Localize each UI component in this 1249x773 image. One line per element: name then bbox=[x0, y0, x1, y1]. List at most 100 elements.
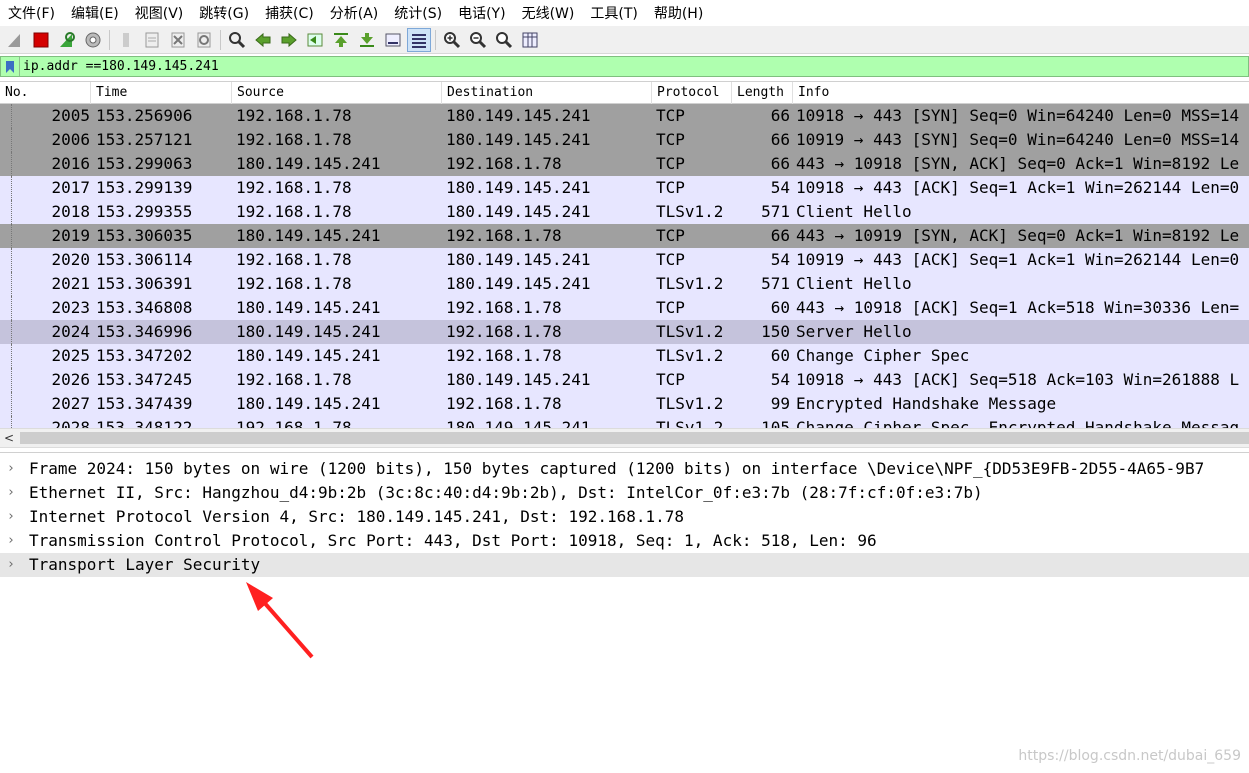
menu-item-5[interactable]: 分析(A) bbox=[322, 3, 387, 23]
colorize-icon[interactable] bbox=[407, 27, 431, 52]
expand-chevron-icon[interactable]: › bbox=[7, 505, 21, 529]
main-toolbar bbox=[0, 26, 1249, 54]
packet-cell-time: 153.346996 bbox=[96, 322, 193, 341]
stop-capture-icon[interactable] bbox=[30, 29, 52, 51]
normal-size-icon[interactable] bbox=[493, 29, 515, 51]
packet-cell-dst: 180.149.145.241 bbox=[446, 250, 591, 269]
packet-cell-info: 443 → 10918 [ACK] Seq=1 Ack=518 Win=3033… bbox=[796, 298, 1240, 317]
packet-cell-src: 192.168.1.78 bbox=[236, 370, 352, 389]
last-packet-icon[interactable] bbox=[356, 29, 378, 51]
shark-fin-start-icon[interactable] bbox=[4, 29, 26, 51]
expand-chevron-icon[interactable]: › bbox=[7, 457, 21, 481]
scrollbar-thumb[interactable] bbox=[20, 432, 1249, 444]
packet-list-header: No. Time Source Destination Protocol Len… bbox=[0, 81, 1249, 104]
packet-cell-len: 99 bbox=[770, 394, 790, 413]
packet-cell-src: 180.149.145.241 bbox=[236, 298, 381, 317]
detail-tree-item[interactable]: › Frame 2024: 150 bytes on wire (1200 bit… bbox=[0, 457, 1249, 481]
go-to-packet-icon[interactable] bbox=[304, 29, 326, 51]
expand-chevron-icon[interactable]: › bbox=[7, 553, 21, 577]
auto-scroll-icon[interactable] bbox=[382, 29, 404, 51]
packet-cell-no: 2016 bbox=[51, 154, 90, 173]
packet-cell-info: 443 → 10919 [SYN, ACK] Seq=0 Ack=1 Win=8… bbox=[796, 226, 1240, 245]
packet-cell-proto: TCP bbox=[656, 178, 685, 197]
packet-cell-info: 10918 → 443 [ACK] Seq=1 Ack=1 Win=262144… bbox=[796, 178, 1240, 197]
detail-tree-label: Transmission Control Protocol, Src Port:… bbox=[29, 531, 877, 550]
reload-file-icon[interactable] bbox=[193, 29, 215, 51]
packet-row[interactable]: 2028 153.348122 192.168.1.78 180.149.145.24… bbox=[0, 416, 1249, 428]
go-forward-icon[interactable] bbox=[278, 29, 300, 51]
column-header-protocol[interactable]: Protocol bbox=[652, 82, 732, 104]
packet-row[interactable]: 2018 153.299355 192.168.1.78 180.149.145.24… bbox=[0, 200, 1249, 224]
detail-tree-item[interactable]: › Transmission Control Protocol, Src Port… bbox=[0, 529, 1249, 553]
resize-columns-icon[interactable] bbox=[519, 29, 541, 51]
packet-cell-info: 443 → 10918 [SYN, ACK] Seq=0 Ack=1 Win=8… bbox=[796, 154, 1240, 173]
menu-item-10[interactable]: 帮助(H) bbox=[646, 3, 711, 23]
packet-row[interactable]: 2017 153.299139 192.168.1.78 180.149.145.24… bbox=[0, 176, 1249, 200]
packet-row[interactable]: 2024 153.346996 180.149.145.241 192.168.1.7… bbox=[0, 320, 1249, 344]
menu-item-1[interactable]: 编辑(E) bbox=[63, 3, 127, 23]
menu-item-0[interactable]: 文件(F) bbox=[0, 3, 63, 23]
packet-cell-src: 180.149.145.241 bbox=[236, 322, 381, 341]
column-header-no[interactable]: No. bbox=[0, 82, 91, 104]
packet-cell-src: 192.168.1.78 bbox=[236, 202, 352, 221]
zoom-in-icon[interactable] bbox=[441, 29, 463, 51]
column-header-length[interactable]: Length bbox=[732, 82, 793, 104]
packet-cell-dst: 180.149.145.241 bbox=[446, 274, 591, 293]
packet-row[interactable]: 2019 153.306035 180.149.145.241 192.168.1.7… bbox=[0, 224, 1249, 248]
packet-cell-info: 10918 → 443 [SYN] Seq=0 Win=64240 Len=0 … bbox=[796, 106, 1240, 125]
packet-row[interactable]: 2025 153.347202 180.149.145.241 192.168.1.7… bbox=[0, 344, 1249, 368]
menu-item-8[interactable]: 无线(W) bbox=[514, 3, 583, 23]
toolbar-separator bbox=[109, 29, 110, 50]
bookmark-icon[interactable] bbox=[1, 57, 20, 76]
menu-item-7[interactable]: 电话(Y) bbox=[450, 3, 513, 23]
scroll-left-icon[interactable]: < bbox=[0, 429, 18, 447]
menu-item-4[interactable]: 捕获(C) bbox=[257, 3, 322, 23]
capture-options-icon[interactable] bbox=[82, 29, 104, 51]
detail-tree-label: Ethernet II, Src: Hangzhou_d4:9b:2b (3c:… bbox=[29, 483, 983, 502]
packet-cell-no: 2028 bbox=[51, 418, 90, 428]
packet-cell-no: 2024 bbox=[51, 322, 90, 341]
packet-row[interactable]: 2020 153.306114 192.168.1.78 180.149.145.24… bbox=[0, 248, 1249, 272]
menu-item-2[interactable]: 视图(V) bbox=[127, 3, 192, 23]
menu-item-3[interactable]: 跳转(G) bbox=[191, 3, 257, 23]
packet-cell-len: 150 bbox=[761, 322, 790, 341]
packet-row[interactable]: 2021 153.306391 192.168.1.78 180.149.145.24… bbox=[0, 272, 1249, 296]
find-packet-icon[interactable] bbox=[226, 29, 248, 51]
expand-chevron-icon[interactable]: › bbox=[7, 481, 21, 505]
close-file-icon[interactable] bbox=[167, 29, 189, 51]
save-file-icon[interactable] bbox=[141, 29, 163, 51]
column-header-source[interactable]: Source bbox=[232, 82, 442, 104]
go-back-icon[interactable] bbox=[252, 29, 274, 51]
packet-cell-proto: TLSv1.2 bbox=[656, 274, 724, 293]
packet-cell-no: 2017 bbox=[51, 178, 90, 197]
column-header-time[interactable]: Time bbox=[91, 82, 232, 104]
detail-tree-item[interactable]: › Internet Protocol Version 4, Src: 180.1… bbox=[0, 505, 1249, 529]
expand-chevron-icon[interactable]: › bbox=[7, 529, 21, 553]
packet-row[interactable]: 2006 153.257121 192.168.1.78 180.149.145.24… bbox=[0, 128, 1249, 152]
packet-cell-info: Change Cipher Spec, Encrypted Handshake … bbox=[796, 418, 1240, 428]
column-header-destination[interactable]: Destination bbox=[442, 82, 652, 104]
display-filter-input[interactable] bbox=[20, 57, 1223, 76]
packet-cell-len: 60 bbox=[770, 298, 790, 317]
packet-row[interactable]: 2026 153.347245 192.168.1.78 180.149.145.24… bbox=[0, 368, 1249, 392]
menu-item-9[interactable]: 工具(T) bbox=[582, 3, 645, 23]
first-packet-icon[interactable] bbox=[330, 29, 352, 51]
detail-tree-item[interactable]: › Transport Layer Security bbox=[0, 553, 1249, 577]
detail-tree-item[interactable]: › Ethernet II, Src: Hangzhou_d4:9b:2b (3c… bbox=[0, 481, 1249, 505]
packet-cell-dst: 180.149.145.241 bbox=[446, 130, 591, 149]
packet-row[interactable]: 2005 153.256906 192.168.1.78 180.149.145.24… bbox=[0, 104, 1249, 128]
packet-cell-time: 153.347245 bbox=[96, 370, 193, 389]
column-header-info[interactable]: Info bbox=[793, 82, 1249, 104]
packet-row[interactable]: 2016 153.299063 180.149.145.241 192.168.1.7… bbox=[0, 152, 1249, 176]
packet-cell-len: 66 bbox=[770, 226, 790, 245]
packet-list-horizontal-scrollbar[interactable]: < bbox=[0, 428, 1249, 448]
restart-capture-icon[interactable] bbox=[56, 29, 78, 51]
packet-cell-dst: 192.168.1.78 bbox=[446, 226, 562, 245]
packet-cell-no: 2006 bbox=[51, 130, 90, 149]
open-file-icon[interactable] bbox=[115, 29, 137, 51]
packet-row[interactable]: 2023 153.346808 180.149.145.241 192.168.1.7… bbox=[0, 296, 1249, 320]
packet-row[interactable]: 2027 153.347439 180.149.145.241 192.168.1.7… bbox=[0, 392, 1249, 416]
zoom-out-icon[interactable] bbox=[467, 29, 489, 51]
menu-item-6[interactable]: 统计(S) bbox=[386, 3, 450, 23]
packet-cell-src: 192.168.1.78 bbox=[236, 274, 352, 293]
